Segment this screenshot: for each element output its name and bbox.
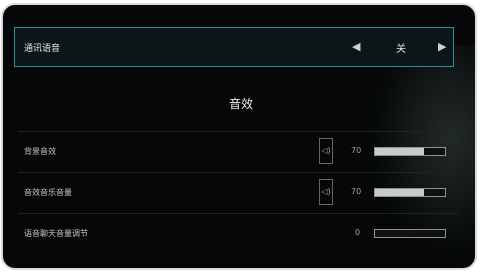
volume-slider[interactable] bbox=[374, 147, 446, 156]
row-label: 背景音效 bbox=[24, 147, 56, 156]
volume-value: 70 bbox=[351, 146, 362, 155]
volume-slider-fill bbox=[375, 189, 424, 196]
volume-slider-fill bbox=[375, 148, 424, 155]
music-volume-row: 音效音乐音量 ◁) 70 bbox=[18, 172, 458, 213]
background-sound-row: 背景音效 ◁) 70 bbox=[18, 131, 458, 172]
right-arrow-icon[interactable]: ▶ bbox=[438, 40, 446, 53]
volume-slider[interactable] bbox=[374, 188, 446, 197]
voice-chat-label: 通讯语音 bbox=[24, 44, 61, 54]
speaker-icon[interactable]: ◁) bbox=[319, 138, 333, 164]
volume-slider[interactable] bbox=[374, 229, 446, 238]
row-label: 语音聊天音量调节 bbox=[24, 229, 88, 238]
voice-chat-setting-row[interactable]: 通讯语音 ◀ 关 ▶ bbox=[14, 27, 454, 67]
section-title: 音效 bbox=[228, 97, 253, 111]
settings-panel: 通讯语音 ◀ 关 ▶ 音效 背景音效 ◁) 70 音效音乐音量 ◁) 70 语音… bbox=[1, 3, 477, 270]
speaker-icon[interactable]: ◁) bbox=[319, 179, 333, 205]
left-arrow-icon[interactable]: ◀ bbox=[352, 40, 360, 53]
row-label: 音效音乐音量 bbox=[24, 188, 72, 197]
volume-value: 0 bbox=[355, 228, 361, 237]
voice-chat-value: 关 bbox=[396, 44, 406, 55]
volume-value: 70 bbox=[351, 187, 362, 196]
voice-chat-volume-row: 语音聊天音量调节 0 bbox=[18, 213, 458, 254]
